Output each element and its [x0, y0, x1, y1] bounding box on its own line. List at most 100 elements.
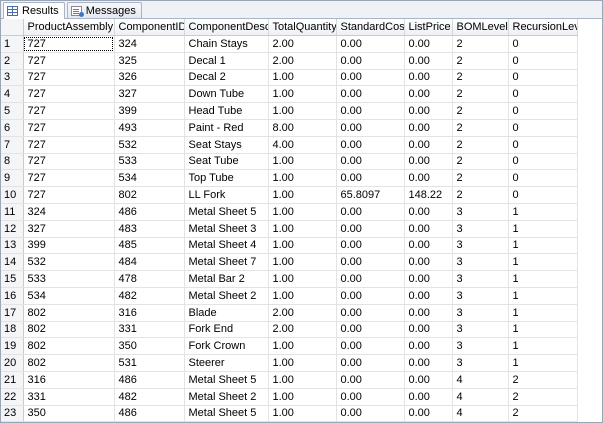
cell-componentdesc[interactable]: Metal Sheet 7	[184, 253, 269, 272]
cell-componentid[interactable]: 331	[114, 321, 185, 339]
cell-totalquantity[interactable]: 1.00	[268, 237, 337, 255]
cell-componentdesc[interactable]: Seat Stays	[184, 136, 269, 154]
cell-totalquantity[interactable]: 2.00	[268, 35, 337, 53]
cell-componentdesc[interactable]: Seat Tube	[184, 153, 269, 171]
cell-componentdesc[interactable]: Down Tube	[184, 85, 269, 104]
cell-componentdesc[interactable]: Head Tube	[184, 102, 269, 120]
cell-componentdesc[interactable]: Metal Sheet 4	[184, 237, 269, 255]
cell-bomlevel[interactable]: 3	[452, 354, 509, 372]
cell-listprice[interactable]: 0.00	[404, 35, 453, 53]
cell-componentid[interactable]: 486	[114, 405, 185, 422]
cell-componentid[interactable]: 482	[114, 287, 185, 305]
cell-componentid[interactable]: 326	[114, 69, 185, 87]
column-header-totalquantity[interactable]: TotalQuantity	[268, 19, 337, 36]
cell-totalquantity[interactable]: 2.00	[268, 52, 337, 70]
cell-recursionlevel[interactable]: 0	[508, 69, 578, 87]
table-row[interactable]: 22 331 482 Metal Sheet 2 1.00 0.00 0.00 4 2	[1, 388, 578, 406]
cell-componentdesc[interactable]: Metal Sheet 2	[184, 388, 269, 406]
cell-bomlevel[interactable]: 4	[452, 388, 509, 406]
cell-productassemblyid[interactable]: 316	[23, 371, 115, 389]
cell-productassemblyid[interactable]: 534	[23, 287, 115, 305]
row-number[interactable]: 7	[1, 136, 24, 154]
table-row[interactable]: 18 802 331 Fork End 2.00 0.00 0.00 3 1	[1, 321, 578, 339]
cell-productassemblyid[interactable]: 802	[23, 321, 115, 339]
cell-componentid[interactable]: 327	[114, 85, 185, 104]
cell-bomlevel[interactable]: 4	[452, 405, 509, 422]
table-row[interactable]: 13 399 485 Metal Sheet 4 1.00 0.00 0.00 3 1	[1, 237, 578, 255]
column-header-productassemblyid[interactable]: ProductAssemblyID	[23, 19, 115, 36]
row-number[interactable]: 8	[1, 153, 24, 171]
table-row[interactable]: 7 727 532 Seat Stays 4.00 0.00 0.00 2 0	[1, 136, 578, 154]
cell-totalquantity[interactable]: 4.00	[268, 136, 337, 154]
cell-bomlevel[interactable]: 2	[452, 85, 509, 104]
table-row[interactable]: 2 727 325 Decal 1 2.00 0.00 0.00 2 0	[1, 52, 578, 70]
cell-bomlevel[interactable]: 2	[452, 153, 509, 171]
cell-componentid[interactable]: 483	[114, 220, 185, 238]
cell-bomlevel[interactable]: 2	[452, 169, 509, 188]
cell-standardcost[interactable]: 0.00	[336, 253, 405, 272]
cell-recursionlevel[interactable]: 1	[508, 270, 578, 288]
cell-productassemblyid[interactable]: 350	[23, 405, 115, 422]
table-row[interactable]: 23 350 486 Metal Sheet 5 1.00 0.00 0.00 4 2	[1, 405, 578, 422]
row-number[interactable]: 2	[1, 52, 24, 70]
cell-standardcost[interactable]: 0.00	[336, 237, 405, 255]
row-number[interactable]: 20	[1, 354, 24, 372]
cell-listprice[interactable]: 0.00	[404, 203, 453, 221]
cell-listprice[interactable]: 0.00	[404, 52, 453, 70]
table-row[interactable]: 17 802 316 Blade 2.00 0.00 0.00 3 1	[1, 304, 578, 322]
cell-componentid[interactable]: 486	[114, 203, 185, 221]
cell-bomlevel[interactable]: 3	[452, 337, 509, 356]
cell-totalquantity[interactable]: 1.00	[268, 354, 337, 372]
cell-recursionlevel[interactable]: 0	[508, 35, 578, 53]
cell-productassemblyid[interactable]: 327	[23, 220, 115, 238]
cell-listprice[interactable]: 148.22	[404, 186, 453, 204]
cell-productassemblyid[interactable]: 802	[23, 337, 115, 356]
table-row[interactable]: 11 324 486 Metal Sheet 5 1.00 0.00 0.00 3 1	[1, 203, 578, 221]
cell-productassemblyid[interactable]: 802	[23, 304, 115, 322]
row-number[interactable]: 22	[1, 388, 24, 406]
cell-bomlevel[interactable]: 3	[452, 321, 509, 339]
cell-standardcost[interactable]: 0.00	[336, 371, 405, 389]
cell-componentdesc[interactable]: Fork Crown	[184, 337, 269, 356]
cell-productassemblyid[interactable]: 727	[23, 52, 115, 70]
cell-recursionlevel[interactable]: 2	[508, 371, 578, 389]
cell-bomlevel[interactable]: 3	[452, 270, 509, 288]
row-number[interactable]: 10	[1, 186, 24, 204]
table-row[interactable]: 12 327 483 Metal Sheet 3 1.00 0.00 0.00 3 1	[1, 220, 578, 238]
cell-totalquantity[interactable]: 1.00	[268, 405, 337, 422]
cell-standardcost[interactable]: 0.00	[336, 52, 405, 70]
cell-componentdesc[interactable]: Decal 1	[184, 52, 269, 70]
cell-componentid[interactable]: 531	[114, 354, 185, 372]
cell-componentdesc[interactable]: Metal Sheet 3	[184, 220, 269, 238]
cell-recursionlevel[interactable]: 1	[508, 354, 578, 372]
cell-productassemblyid[interactable]: 331	[23, 388, 115, 406]
cell-standardcost[interactable]: 0.00	[336, 220, 405, 238]
cell-recursionlevel[interactable]: 1	[508, 237, 578, 255]
cell-standardcost[interactable]: 0.00	[336, 203, 405, 221]
cell-productassemblyid[interactable]: 727	[23, 153, 115, 171]
table-row[interactable]: 15 533 478 Metal Bar 2 1.00 0.00 0.00 3 1	[1, 270, 578, 288]
cell-productassemblyid[interactable]: 802	[23, 354, 115, 372]
cell-productassemblyid[interactable]: 399	[23, 237, 115, 255]
row-number[interactable]: 13	[1, 237, 24, 255]
cell-recursionlevel[interactable]: 1	[508, 321, 578, 339]
cell-totalquantity[interactable]: 1.00	[268, 337, 337, 356]
cell-componentid[interactable]: 399	[114, 102, 185, 120]
cell-standardcost[interactable]: 0.00	[336, 270, 405, 288]
column-header-standardcost[interactable]: StandardCost	[336, 19, 405, 36]
cell-standardcost[interactable]: 0.00	[336, 405, 405, 422]
cell-standardcost[interactable]: 0.00	[336, 287, 405, 305]
table-row[interactable]: 21 316 486 Metal Sheet 5 1.00 0.00 0.00 4 2	[1, 371, 578, 389]
tab-messages[interactable]: Messages	[66, 2, 142, 18]
cell-standardcost[interactable]: 0.00	[336, 102, 405, 120]
row-number[interactable]: 9	[1, 169, 24, 188]
row-number[interactable]: 18	[1, 321, 24, 339]
cell-componentid[interactable]: 350	[114, 337, 185, 356]
row-number[interactable]: 21	[1, 371, 24, 389]
cell-componentdesc[interactable]: Steerer	[184, 354, 269, 372]
cell-standardcost[interactable]: 65.8097	[336, 186, 405, 204]
table-row[interactable]: 16 534 482 Metal Sheet 2 1.00 0.00 0.00 3 1	[1, 287, 578, 305]
cell-componentid[interactable]: 478	[114, 270, 185, 288]
cell-standardcost[interactable]: 0.00	[336, 136, 405, 154]
cell-productassemblyid[interactable]: 727	[23, 102, 115, 120]
